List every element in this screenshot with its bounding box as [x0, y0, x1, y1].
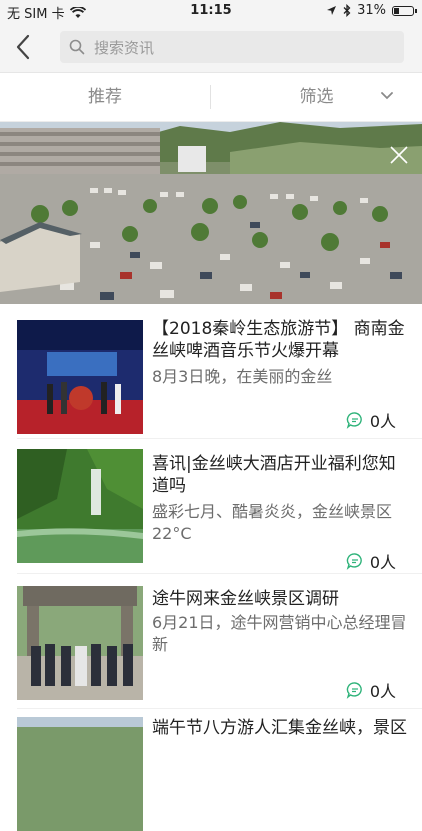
search-header — [0, 22, 422, 73]
comment-count[interactable]: 0人 — [346, 549, 396, 573]
comment-count[interactable]: 0人 — [346, 678, 396, 702]
battery-percent: 31% — [357, 3, 386, 18]
comment-count[interactable]: 0人 — [346, 408, 396, 432]
news-item[interactable]: 喜讯|金丝峡大酒店开业福利您知道吗 盛彩七月、酷暑炎炎，金丝峡景区22°C 0人 — [0, 439, 422, 573]
search-box[interactable] — [60, 31, 404, 63]
location-arrow-icon — [327, 6, 337, 15]
tab-recommend[interactable]: 推荐 — [0, 73, 210, 121]
news-thumbnail — [17, 586, 143, 700]
news-snippet: 6月21日，途牛网营销中心总经理冒新 — [152, 613, 407, 654]
battery-icon — [392, 5, 417, 16]
chevron-down-icon[interactable] — [380, 91, 394, 101]
comment-count-label: 0人 — [369, 553, 396, 572]
news-item[interactable]: 途牛网来金丝峡景区调研 6月21日，途牛网营销中心总经理冒新 0人 — [0, 574, 422, 708]
news-title: 喜讯|金丝峡大酒店开业福利您知道吗 — [152, 454, 396, 496]
banner-parking-lot-photo — [0, 122, 422, 304]
comment-count-label: 0人 — [369, 682, 396, 701]
back-arrow-icon[interactable] — [10, 32, 38, 62]
search-input[interactable] — [92, 35, 396, 61]
comment-count-label: 0人 — [369, 412, 396, 431]
comment-icon — [346, 682, 362, 699]
news-title: 【2018秦岭生态旅游节】 商南金丝峡啤酒音乐节火爆开幕 — [152, 319, 405, 361]
news-title: 端午节八方游人汇集金丝峡，景区 — [152, 718, 407, 738]
news-item[interactable]: 【2018秦岭生态旅游节】 商南金丝峡啤酒音乐节火爆开幕 8月3日晚，在美丽的金… — [0, 304, 422, 438]
news-title: 途牛网来金丝峡景区调研 — [152, 589, 339, 609]
bluetooth-icon — [343, 4, 351, 17]
comment-icon — [346, 553, 362, 570]
news-thumbnail — [17, 717, 143, 831]
status-right: 31% — [326, 3, 417, 18]
filter-bar: 推荐 筛选 — [0, 73, 422, 122]
comment-icon — [346, 412, 362, 429]
search-icon — [69, 39, 85, 55]
status-bar: 无 SIM 卡 11:15 31% — [0, 0, 422, 22]
news-snippet: 8月3日晚，在美丽的金丝 — [152, 367, 333, 386]
news-item[interactable]: 端午节八方游人汇集金丝峡，景区 — [0, 709, 422, 831]
news-snippet: 盛彩七月、酷暑炎炎，金丝峡景区22°C — [152, 502, 393, 543]
news-thumbnail — [17, 449, 143, 563]
close-icon[interactable] — [390, 146, 408, 164]
news-thumbnail — [17, 320, 143, 434]
banner-image[interactable] — [0, 122, 422, 304]
